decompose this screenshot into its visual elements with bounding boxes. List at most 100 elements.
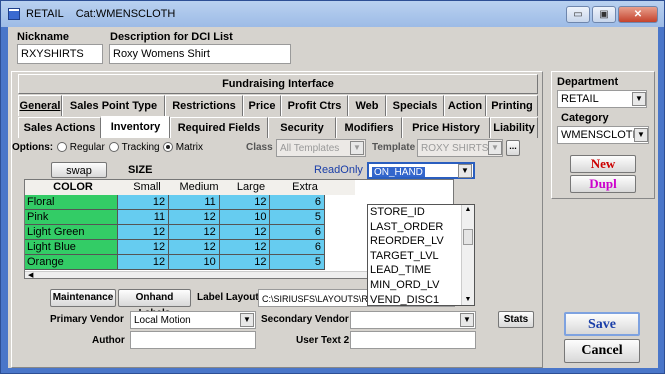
- qty-cell[interactable]: 12: [118, 255, 170, 270]
- class-select-arrow[interactable]: ▼: [350, 141, 364, 155]
- tab-price[interactable]: Price: [243, 95, 281, 116]
- template-select-arrow[interactable]: ▼: [488, 141, 502, 155]
- qty-cell[interactable]: 12: [219, 240, 271, 255]
- close-button[interactable]: ✕: [618, 6, 658, 23]
- fundraising-interface-bar[interactable]: Fundraising Interface: [18, 74, 538, 94]
- secondary-vendor-select[interactable]: [350, 311, 476, 329]
- qty-cell[interactable]: 12: [118, 225, 170, 240]
- qty-cell[interactable]: 11: [118, 210, 170, 225]
- dropdown-item[interactable]: LEAD_TIME: [368, 263, 474, 278]
- dropdown-item[interactable]: TARGET_LVL: [368, 249, 474, 264]
- author-field[interactable]: [130, 331, 256, 349]
- dropdown-item[interactable]: VEND_DISC1: [368, 293, 474, 308]
- save-button[interactable]: Save: [564, 312, 640, 336]
- category-arrow[interactable]: ▼: [634, 128, 648, 142]
- qty-cell[interactable]: 12: [118, 240, 170, 255]
- qty-cell[interactable]: 12: [169, 240, 220, 255]
- tab-required-fields[interactable]: Required Fields: [170, 117, 268, 138]
- size-col-header: Large: [236, 181, 266, 193]
- tab-general[interactable]: General: [18, 95, 62, 116]
- window-title: RETAIL: [26, 8, 64, 20]
- scroll-down-icon[interactable]: ▼: [462, 295, 474, 305]
- onhand-labels-button[interactable]: Onhand Labels: [118, 289, 191, 319]
- qty-cell[interactable]: 10: [169, 255, 220, 270]
- primary-vendor-arrow[interactable]: ▼: [240, 313, 254, 327]
- nickname-field[interactable]: RXYSHIRTS: [17, 44, 103, 64]
- primary-vendor-select[interactable]: Local Motion: [130, 311, 256, 329]
- field-dropdown-list[interactable]: STORE_ID LAST_ORDER REORDER_LV TARGET_LVL LE…: [367, 204, 475, 306]
- qty-cell[interactable]: 6: [270, 195, 325, 210]
- minimize-button[interactable]: ▭: [566, 6, 590, 23]
- qty-cell[interactable]: 6: [270, 240, 325, 255]
- tab-liability[interactable]: Liability: [490, 117, 538, 138]
- qty-cell[interactable]: 5: [270, 255, 325, 270]
- radio-tracking-label: Tracking: [121, 142, 160, 153]
- scroll-up-icon[interactable]: ▲: [462, 205, 474, 215]
- template-ellipsis-button[interactable]: ...: [506, 140, 520, 156]
- qty-cell[interactable]: 12: [169, 225, 220, 240]
- cancel-button[interactable]: Cancel: [564, 339, 640, 363]
- tab-action[interactable]: Action: [444, 95, 486, 116]
- field-select-value: ON_HAND: [372, 167, 425, 178]
- app-window: RETAIL Cat:WMENSCLOTH ▭ ▣ ✕ Nickname RXY…: [0, 0, 665, 374]
- secondary-vendor-label: Secondary Vendor: [261, 314, 349, 325]
- dupl-button[interactable]: Dupl: [570, 175, 636, 193]
- user-text2-field[interactable]: [350, 331, 476, 349]
- tab-modifiers[interactable]: Modifiers: [336, 117, 402, 138]
- tab-specials[interactable]: Specials: [386, 95, 444, 116]
- color-cell[interactable]: Pink: [25, 210, 119, 225]
- table-row[interactable]: Light Green 12 12 12 6: [25, 225, 325, 240]
- qty-cell[interactable]: 10: [219, 210, 271, 225]
- radio-matrix-circle[interactable]: [163, 142, 173, 153]
- stats-button[interactable]: Stats: [498, 311, 534, 328]
- description-label: Description for DCI List: [110, 31, 233, 43]
- radio-matrix[interactable]: Matrix: [163, 142, 203, 153]
- radio-tracking-circle[interactable]: [109, 142, 119, 153]
- secondary-vendor-arrow[interactable]: ▼: [460, 313, 474, 327]
- table-row[interactable]: Floral 12 11 12 6: [25, 195, 325, 210]
- qty-cell[interactable]: 12: [169, 210, 220, 225]
- tab-profit-ctrs[interactable]: Profit Ctrs: [281, 95, 348, 116]
- qty-cell[interactable]: 6: [270, 225, 325, 240]
- dropdown-scrollbar[interactable]: ▲ ▼: [461, 205, 474, 305]
- grid-header-row: COLOR Small Medium Large Extra Large: [25, 180, 355, 207]
- tab-sales-actions[interactable]: Sales Actions: [18, 117, 101, 138]
- tab-security[interactable]: Security: [268, 117, 336, 138]
- qty-cell[interactable]: 5: [270, 210, 325, 225]
- tab-price-history[interactable]: Price History: [402, 117, 490, 138]
- color-cell[interactable]: Floral: [25, 195, 119, 210]
- radio-regular[interactable]: Regular: [57, 142, 105, 153]
- tab-sales-point-type[interactable]: Sales Point Type: [62, 95, 165, 116]
- color-cell[interactable]: Light Green: [25, 225, 119, 240]
- swap-button[interactable]: swap: [51, 162, 107, 178]
- tab-inventory[interactable]: Inventory: [101, 116, 170, 138]
- new-button[interactable]: New: [570, 155, 636, 173]
- dropdown-item[interactable]: MIN_ORD_LV: [368, 278, 474, 293]
- radio-regular-circle[interactable]: [57, 142, 67, 153]
- color-cell[interactable]: Orange: [25, 255, 119, 270]
- field-select-arrow[interactable]: ▼: [458, 164, 472, 178]
- table-row[interactable]: Pink 11 12 10 5: [25, 210, 325, 225]
- department-arrow[interactable]: ▼: [632, 92, 646, 106]
- nickname-label: Nickname: [17, 31, 69, 43]
- dropdown-item[interactable]: LAST_ORDER: [368, 220, 474, 235]
- table-row[interactable]: Orange 12 10 12 5: [25, 255, 325, 270]
- tab-web[interactable]: Web: [348, 95, 386, 116]
- qty-cell[interactable]: 12: [219, 225, 271, 240]
- qty-cell[interactable]: 11: [169, 195, 220, 210]
- tab-restrictions[interactable]: Restrictions: [165, 95, 243, 116]
- radio-tracking[interactable]: Tracking: [109, 142, 160, 153]
- table-row[interactable]: Light Blue 12 12 12 6: [25, 240, 325, 255]
- maximize-button[interactable]: ▣: [592, 6, 616, 23]
- scroll-thumb[interactable]: [463, 229, 473, 245]
- description-field[interactable]: Roxy Womens Shirt: [109, 44, 291, 64]
- maintenance-button[interactable]: Maintenance: [50, 289, 116, 307]
- color-cell[interactable]: Light Blue: [25, 240, 119, 255]
- tab-printing[interactable]: Printing: [486, 95, 538, 116]
- dropdown-item[interactable]: STORE_ID: [368, 205, 474, 220]
- dropdown-item[interactable]: REORDER_LV: [368, 234, 474, 249]
- qty-cell[interactable]: 12: [118, 195, 170, 210]
- qty-cell[interactable]: 12: [219, 255, 271, 270]
- qty-cell[interactable]: 12: [219, 195, 271, 210]
- window-category-title: Cat:WMENSCLOTH: [75, 8, 176, 20]
